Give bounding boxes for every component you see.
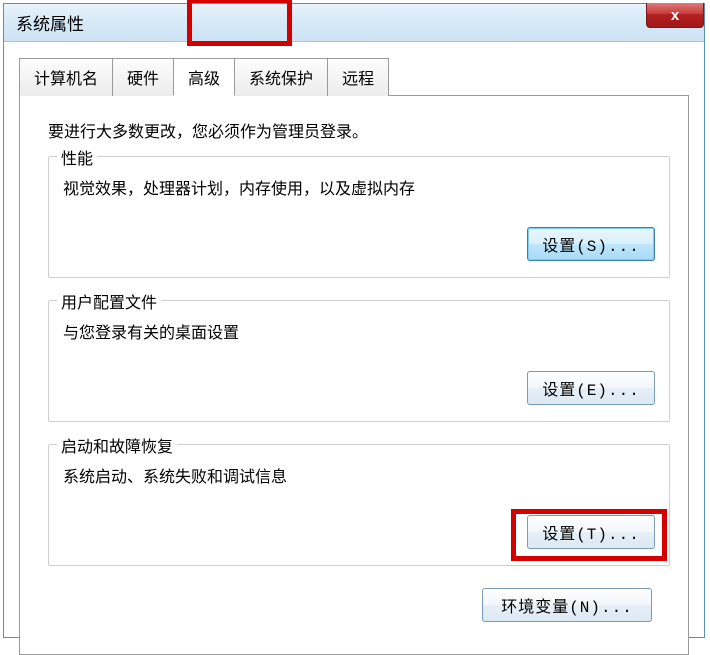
- group-desc: 系统启动、系统失败和调试信息: [63, 463, 655, 487]
- group-user-profiles: 用户配置文件 与您登录有关的桌面设置 设置(E)...: [48, 300, 670, 422]
- system-properties-window: 系统属性 x 计算机名 硬件 高级 系统保护 远程 要进行大多数更改，您必须作为…: [3, 3, 705, 638]
- tab-label: 计算机名: [34, 71, 98, 88]
- tab-remote[interactable]: 远程: [327, 58, 389, 96]
- close-button[interactable]: x: [646, 3, 704, 28]
- tab-hardware[interactable]: 硬件: [112, 58, 174, 96]
- tab-strip: 计算机名 硬件 高级 系统保护 远程: [19, 57, 689, 95]
- window-title: 系统属性: [16, 10, 84, 35]
- tab-label: 系统保护: [249, 71, 313, 88]
- tab-label: 硬件: [127, 71, 159, 88]
- admin-notice: 要进行大多数更改，您必须作为管理员登录。: [48, 118, 670, 142]
- client-area: 计算机名 硬件 高级 系统保护 远程 要进行大多数更改，您必须作为管理员登录。 …: [4, 42, 704, 655]
- group-desc: 视觉效果，处理器计划，内存使用，以及虚拟内存: [63, 175, 655, 199]
- profiles-settings-button[interactable]: 设置(E)...: [527, 371, 655, 405]
- button-label: 设置(T)...: [542, 526, 640, 544]
- group-desc: 与您登录有关的桌面设置: [63, 319, 655, 343]
- tab-advanced[interactable]: 高级: [173, 58, 235, 96]
- group-legend: 用户配置文件: [57, 289, 161, 313]
- environment-variables-button[interactable]: 环境变量(N)...: [482, 588, 652, 622]
- env-row: 环境变量(N)...: [48, 588, 670, 622]
- button-label: 环境变量(N)...: [501, 599, 633, 617]
- performance-settings-button[interactable]: 设置(S)...: [527, 227, 655, 261]
- close-icon: x: [671, 7, 679, 24]
- group-legend: 启动和故障恢复: [57, 433, 177, 457]
- tab-panel-advanced: 要进行大多数更改，您必须作为管理员登录。 性能 视觉效果，处理器计划，内存使用，…: [19, 95, 689, 655]
- tab-system-protection[interactable]: 系统保护: [234, 58, 328, 96]
- tab-label: 高级: [188, 71, 220, 88]
- tab-label: 远程: [342, 71, 374, 88]
- button-label: 设置(S)...: [542, 238, 640, 256]
- tab-computer-name[interactable]: 计算机名: [19, 58, 113, 96]
- group-startup-recovery: 启动和故障恢复 系统启动、系统失败和调试信息 设置(T)...: [48, 444, 670, 566]
- group-legend: 性能: [57, 145, 97, 169]
- button-label: 设置(E)...: [542, 382, 640, 400]
- titlebar: 系统属性 x: [4, 4, 704, 42]
- group-performance: 性能 视觉效果，处理器计划，内存使用，以及虚拟内存 设置(S)...: [48, 156, 670, 278]
- startup-settings-button[interactable]: 设置(T)...: [527, 515, 655, 549]
